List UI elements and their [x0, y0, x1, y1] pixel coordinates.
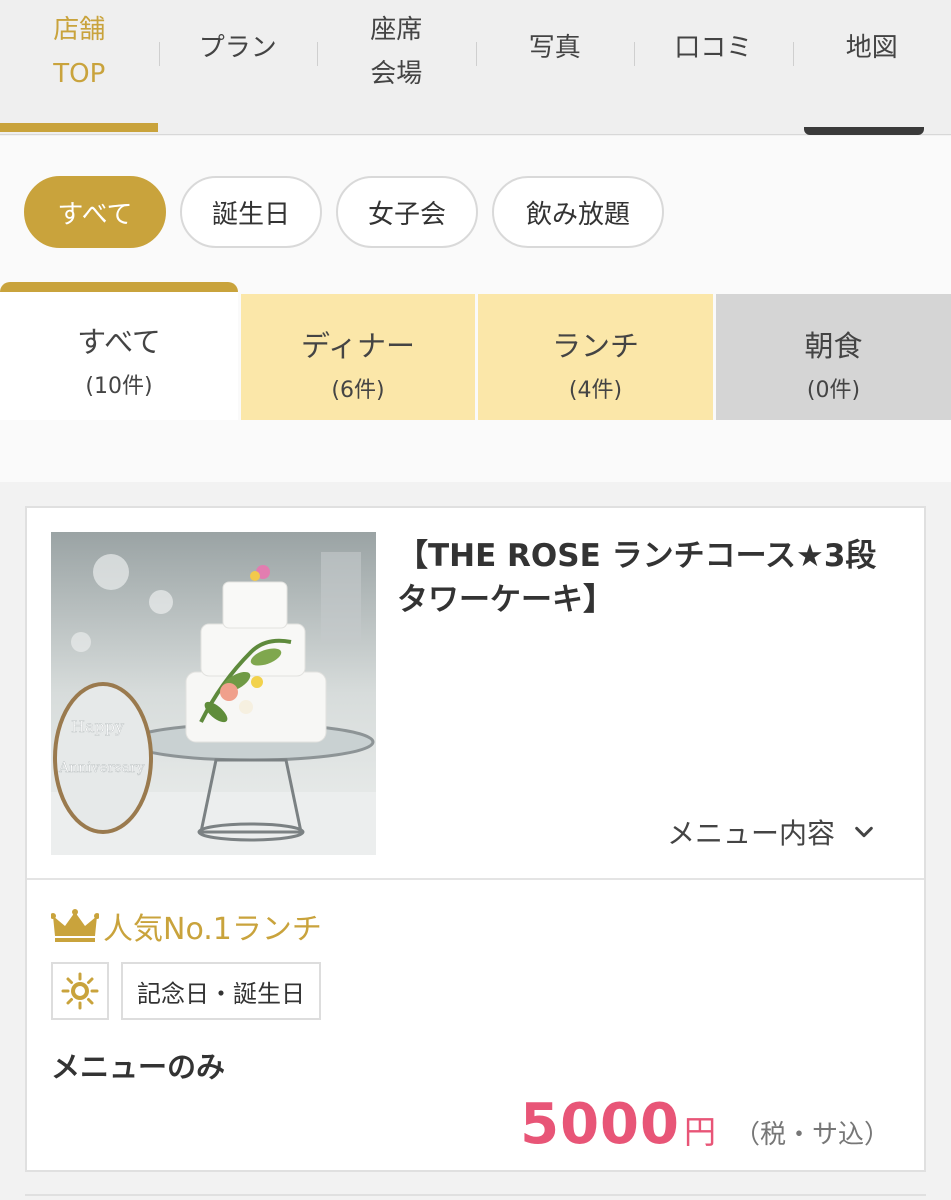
- nav-tab-map[interactable]: 地図: [792, 0, 951, 135]
- chip-birthday[interactable]: 誕生日: [180, 176, 322, 248]
- photo-text-happy: Happy: [71, 717, 124, 736]
- chip-all[interactable]: すべて: [24, 176, 166, 248]
- card-divider: [27, 878, 924, 880]
- nav-tab-seats[interactable]: 座席 会場: [317, 0, 476, 135]
- rank-label: 人気No.1ランチ: [103, 912, 322, 947]
- plan-tags: 記念日・誕生日: [51, 962, 321, 1020]
- meal-tab-count: (0件): [806, 378, 861, 403]
- sun-icon: [61, 972, 99, 1010]
- occasion-tag: 記念日・誕生日: [121, 962, 321, 1020]
- meal-tabs: すべて (10件) ディナー (6件) ランチ (4件) 朝食 (0件): [0, 282, 951, 482]
- nav-tab-label: プラン: [198, 33, 277, 63]
- meal-tab-count: (4件): [568, 378, 623, 403]
- chevron-down-icon: [855, 826, 873, 838]
- meal-tab-count: (10件): [85, 374, 153, 399]
- nav-tab-label: 口コミ: [674, 33, 753, 63]
- menu-details-label: メニュー内容: [667, 817, 836, 850]
- price-value: 5000: [520, 1092, 680, 1157]
- nav-tab-label: 写真: [528, 33, 581, 63]
- price-currency: 円: [683, 1113, 716, 1151]
- nav-tab-label: 座席 会場: [370, 15, 423, 89]
- meal-tab-dinner[interactable]: ディナー (6件): [241, 294, 475, 420]
- plan-type: メニューのみ: [51, 1050, 226, 1084]
- nav-tab-photos[interactable]: 写真: [475, 0, 635, 135]
- daytime-tag: [51, 962, 109, 1020]
- menu-details-toggle[interactable]: メニュー内容: [667, 812, 875, 852]
- cake-illustration: Happy Anniversary: [51, 532, 376, 855]
- nav-tab-store-top[interactable]: 店舗 TOP: [0, 0, 159, 135]
- chip-all-you-can-drink[interactable]: 飲み放題: [492, 176, 664, 248]
- meal-tab-name: 朝食: [804, 329, 863, 363]
- crown-icon: [51, 909, 99, 942]
- meal-tab-all[interactable]: すべて (10件): [0, 282, 238, 420]
- store-nav: 店舗 TOP プラン 座席 会場 写真 口コミ 地図: [0, 0, 951, 135]
- popularity-rank: 人気No.1ランチ: [51, 904, 322, 948]
- meal-tab-name: すべて: [77, 325, 161, 359]
- filter-chips: すべて 誕生日 女子会 飲み放題: [0, 136, 951, 282]
- nav-tab-plan[interactable]: プラン: [158, 0, 318, 135]
- meal-tab-count: (6件): [331, 378, 385, 403]
- plan-title[interactable]: 【THE ROSE ランチコース★3段タワーケーキ】: [397, 534, 902, 622]
- meal-tab-lunch[interactable]: ランチ (4件): [478, 294, 713, 420]
- meal-tab-name: ランチ: [551, 329, 639, 363]
- plan-price: 5000 円 （税・サ込）: [520, 1092, 890, 1157]
- meal-tab-breakfast[interactable]: 朝食 (0件): [716, 294, 951, 420]
- nav-tab-reviews[interactable]: 口コミ: [634, 0, 793, 135]
- plan-card[interactable]: Happy Anniversary 【THE ROSE ランチコース★3段タワー…: [25, 506, 926, 1172]
- nav-scrollbar-thumb[interactable]: [804, 127, 924, 135]
- plan-photo-cake[interactable]: Happy Anniversary: [51, 532, 376, 855]
- nav-tab-label: 地図: [845, 33, 898, 63]
- chip-girls-party[interactable]: 女子会: [336, 176, 478, 248]
- meal-tab-name: ディナー: [301, 329, 415, 363]
- photo-text-anniversary: Anniversary: [58, 760, 145, 776]
- nav-tab-label: 店舗 TOP: [53, 15, 106, 89]
- price-tax-note: （税・サ込）: [733, 1120, 890, 1150]
- next-card-edge: [25, 1194, 926, 1196]
